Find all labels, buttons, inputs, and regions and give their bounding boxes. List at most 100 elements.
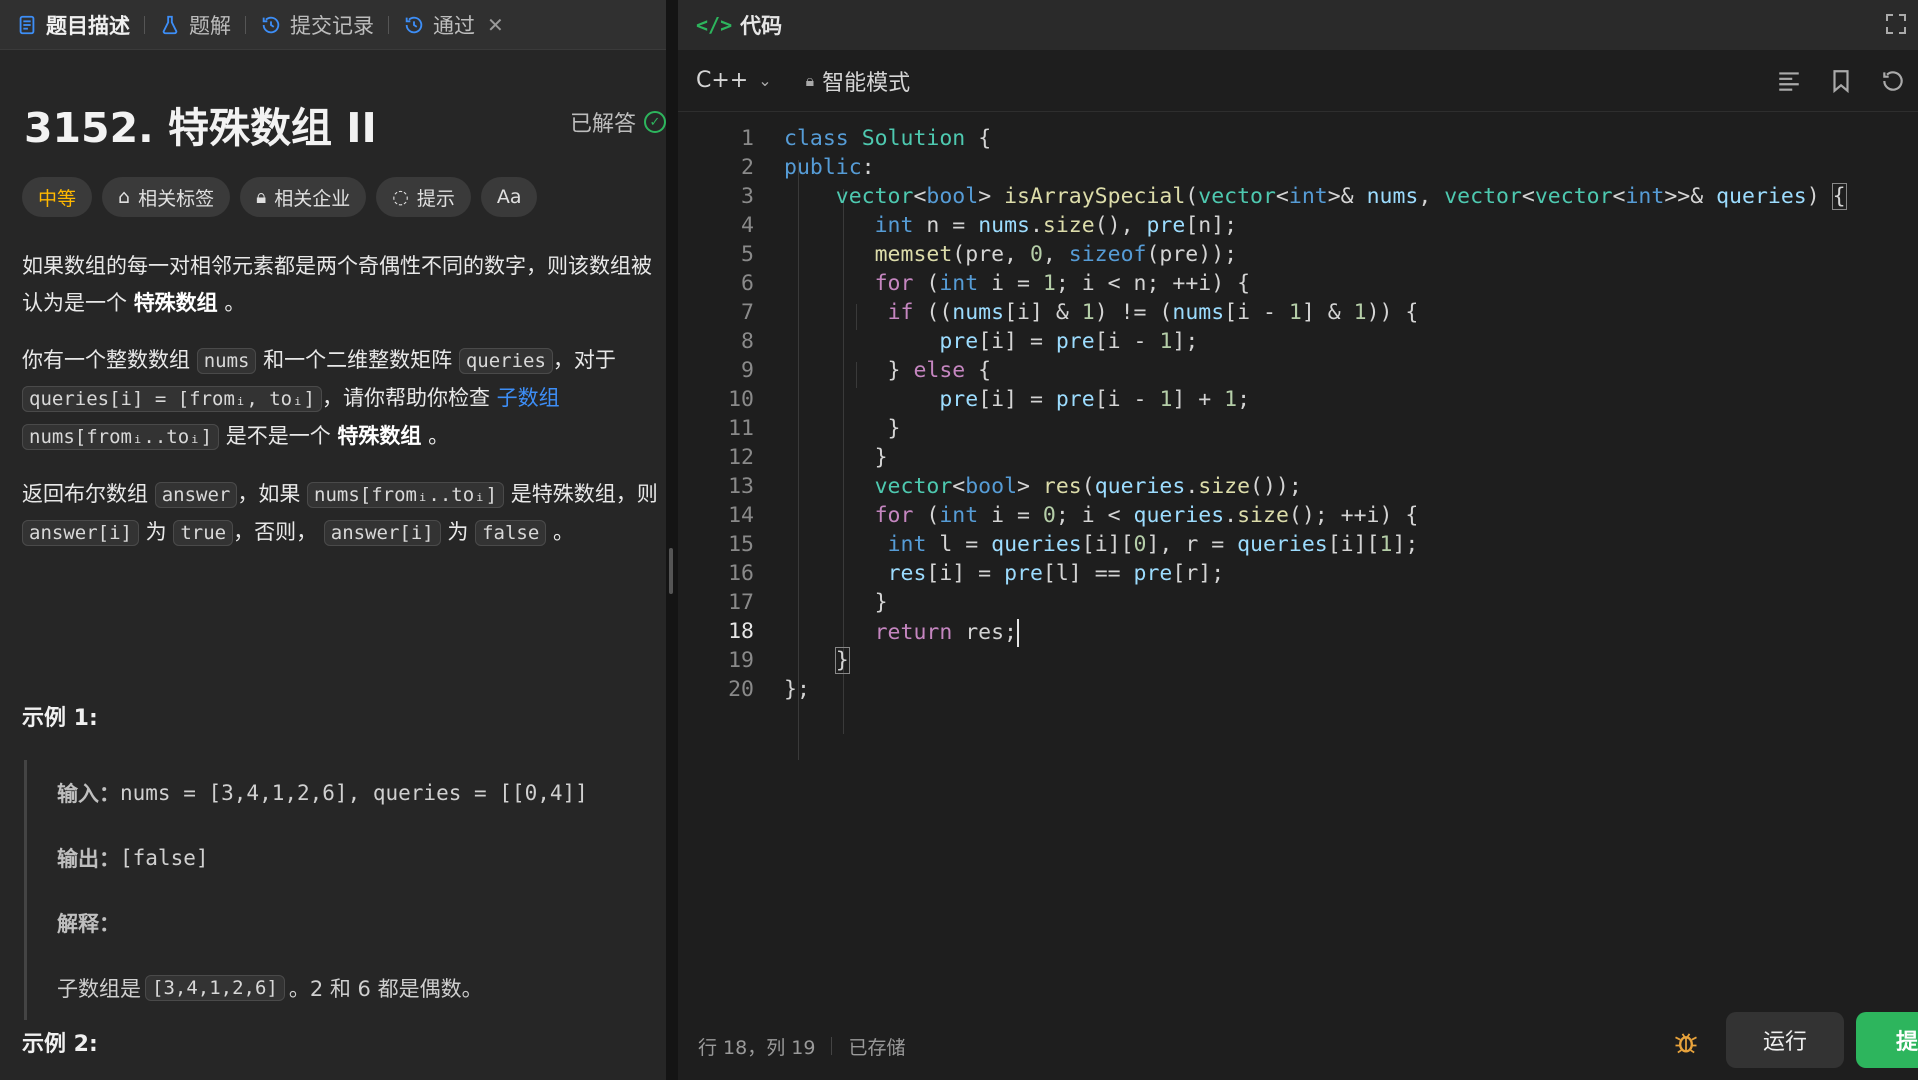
tab-solutions[interactable]: 题解 [159,10,245,40]
tab-separator [245,15,246,34]
code-header: </> 代码 [678,0,1918,50]
code-line: if ((nums[i] & 1) != (nums[i - 1] & 1)) … [887,300,1419,325]
tab-separator [144,15,145,34]
mode-label: 智能模式 [822,70,911,96]
code-line: vector<bool> isArraySpecial(vector<int>&… [835,183,1847,210]
desc-paragraph-1: 如果数组的每一对相邻元素都是两个奇偶性不同的数字，则该数组被认为是一个 特殊数组… [22,248,662,322]
inline-code: nums [196,348,257,374]
inline-code: false [475,520,547,546]
code-line: pre[i] = pre[i - 1]; [939,329,1199,354]
problem-title: 3152. 特殊数组 II [24,104,377,152]
save-status: 已存储 [848,1036,906,1059]
editor-toolbar: C++ ⌄ 🔒︎ 智能模式 [678,50,1918,112]
example-explain-text: 子数组是 [3,4,1,2,6] 。2 和 6 都是偶数。 [57,955,664,1020]
problem-panel: 题目描述 题解 提交记录 通过 ✕ 3152. 特殊数组 II 已解答 ✓ 中等… [0,0,666,1080]
code-line: } [784,416,901,441]
debug-icon[interactable] [1672,1028,1700,1056]
inline-code: true [173,520,234,546]
cursor-position: 行 18，列 19 [698,1036,816,1059]
example-2-title: 示例 2: [22,1032,98,1057]
input-label: 输入： [57,781,120,806]
related-companies-button[interactable]: 🔒︎ 相关企业 [240,177,367,217]
line-number-current: 18 [728,619,754,644]
tab-label: 通过 [433,13,475,38]
tab-accepted[interactable]: 通过 ✕ [403,10,518,40]
inline-code: answer[i] [22,520,139,546]
lock-icon: 🔒︎ [805,70,815,90]
code-line: res[i] = pre[l] == pre[r]; [887,561,1225,586]
reset-icon[interactable] [1880,68,1906,94]
problem-chips: 中等 ⌂ 相关标签 🔒︎ 相关企业 ◌ 提示 Aa [22,177,538,217]
line-number: 1 [741,126,754,151]
difficulty-badge: 中等 [22,177,93,217]
problem-tabs: 题目描述 题解 提交记录 通过 ✕ [0,0,666,50]
code-line: public: [784,155,875,180]
tag-icon: ⌂ [118,186,131,208]
code-icon: </> [696,13,733,37]
code-line: memset(pre, 0, sizeof(pre)); [874,242,1238,267]
hint-button[interactable]: ◌ 提示 [376,177,471,217]
line-number: 14 [728,503,754,528]
inline-code: answer [154,482,238,508]
resize-handle[interactable] [669,548,673,594]
desc-text: ，如果 [237,482,301,506]
line-number: 13 [728,474,754,499]
code-line-current: return res; [874,619,1020,647]
tab-label: 提交记录 [290,13,374,38]
tab-label: 题目描述 [46,13,130,38]
output-value: [false] [120,845,209,870]
code-line: }; [784,677,810,702]
submit-button[interactable]: 提 [1856,1012,1918,1068]
example-output: 输出： [false] [57,825,664,890]
desc-text: ，对于 [552,348,616,372]
tab-description[interactable]: 题目描述 [16,10,144,40]
code-line: } else { [784,358,992,383]
desc-paragraph-2: 你有一个整数数组 nums 和一个二维整数矩阵 queries ，对于 queri… [22,342,662,456]
output-label: 输出： [57,846,120,871]
explain-text: 子数组是 [57,976,141,1001]
desc-text: 为 [145,520,167,544]
desc-text: 如果数组的每一对相邻元素都是两个奇偶性不同的数字，则该数组被认为是一个 [22,254,652,315]
desc-text: 是特殊数组，则 [510,482,658,506]
desc-text: 和一个二维整数矩阵 [263,348,453,372]
panel-divider [666,0,678,1080]
line-number: 19 [728,648,754,673]
lightbulb-icon: ◌ [392,186,409,208]
inline-code: queries[i] = [fromᵢ, toᵢ] [22,386,322,412]
line-number: 3 [741,184,754,209]
desc-text: 返回布尔数组 [22,482,148,506]
inline-code: nums[fromᵢ..toᵢ] [22,424,220,450]
line-number: 5 [741,242,754,267]
example-input: 输入： nums = [3,4,1,2,6], queries = [[0,4]… [57,760,664,825]
bookmark-icon[interactable] [1828,68,1854,94]
desc-bold: 特殊数组 [337,424,422,448]
format-icon[interactable] [1776,68,1802,94]
fullscreen-icon[interactable] [1884,12,1908,36]
translate-button[interactable]: Aa [480,177,538,217]
subarray-link[interactable]: 子数组 [497,386,560,410]
desc-text: 。 [553,520,574,544]
tab-submissions[interactable]: 提交记录 [260,10,388,40]
code-editor[interactable]: 1 2 3 4 5 6 7 8 9 10 11 12 13 14 15 16 1… [678,126,1918,826]
line-number: 7 [741,300,754,325]
line-number: 4 [741,213,754,238]
code-line: pre[i] = pre[i - 1] + 1; [939,387,1251,412]
language-select[interactable]: C++ ⌄ [696,68,772,93]
related-tags-button[interactable]: ⌂ 相关标签 [102,177,231,217]
history-icon [262,16,280,33]
editor-actions [1776,68,1906,94]
desc-text: ，请你帮助你检查 [321,386,490,410]
desc-text: 。 [428,424,450,448]
check-circle-icon: ✓ [644,111,666,133]
line-number: 16 [728,561,754,586]
close-icon[interactable]: ✕ [487,13,504,37]
title-row: 3152. 特殊数组 II 已解答 ✓ [24,94,666,154]
smart-mode-toggle[interactable]: 🔒︎ 智能模式 [806,65,911,97]
run-button[interactable]: 运行 [1726,1012,1844,1068]
code-line: } [784,445,888,470]
inline-code: answer[i] [323,520,441,546]
desc-text: 是不是一个 [225,424,331,448]
lock-icon: 🔒︎ [256,186,267,208]
desc-text: 你有一个整数数组 [22,348,190,372]
line-number: 10 [728,387,754,412]
